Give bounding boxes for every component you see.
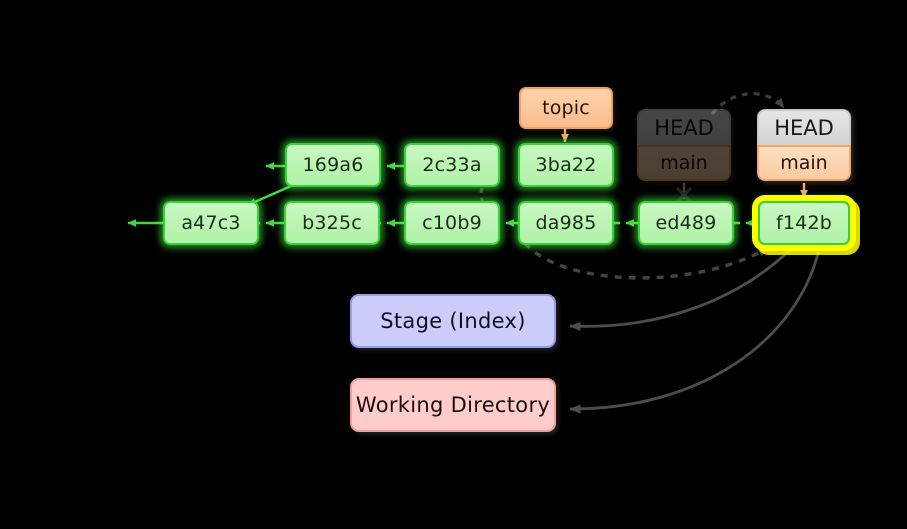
commit-label: 169a6 bbox=[302, 154, 364, 176]
commit-node-b325c[interactable]: b325c bbox=[284, 201, 380, 245]
commit-label: 2c33a bbox=[422, 154, 482, 176]
commit-node-a47c3[interactable]: a47c3 bbox=[163, 201, 259, 245]
commit-label: c10b9 bbox=[422, 212, 482, 234]
commit-node-da985[interactable]: da985 bbox=[518, 201, 614, 245]
commit-node-169a6[interactable]: 169a6 bbox=[285, 143, 381, 187]
commit-label: f142b bbox=[775, 212, 832, 234]
head-box-current[interactable]: HEAD main bbox=[757, 109, 851, 181]
branch-label-current-main: main bbox=[757, 145, 851, 181]
commit-label: a47c3 bbox=[181, 212, 241, 234]
head-label-previous: HEAD bbox=[637, 109, 731, 145]
commit-node-3ba22[interactable]: 3ba22 bbox=[518, 143, 614, 187]
stage-index-box[interactable]: Stage (Index) bbox=[350, 294, 556, 348]
head-label-current: HEAD bbox=[757, 109, 851, 145]
commit-label: 3ba22 bbox=[535, 154, 597, 176]
commit-node-ed489[interactable]: ed489 bbox=[638, 201, 734, 245]
f142b-to-stage-arrow bbox=[569, 244, 796, 332]
dashed-history-arc bbox=[523, 241, 769, 280]
diagram-canvas: 169a6 2c33a 3ba22 a47c3 b325c c10b9 da98… bbox=[0, 0, 907, 529]
commit-label: b325c bbox=[302, 212, 362, 234]
commit-node-c10b9[interactable]: c10b9 bbox=[404, 201, 500, 245]
stage-index-label: Stage (Index) bbox=[380, 309, 526, 333]
commit-node-f142b[interactable]: f142b bbox=[758, 201, 850, 245]
commit-node-2c33a[interactable]: 2c33a bbox=[404, 143, 500, 187]
branch-label-topic[interactable]: topic bbox=[519, 87, 613, 129]
commit-label: ed489 bbox=[655, 212, 717, 234]
branch-label-previous-main: main bbox=[637, 145, 731, 181]
branch-label-text: topic bbox=[542, 97, 590, 119]
edges-layer bbox=[127, 92, 822, 414]
head-box-previous: HEAD main bbox=[637, 109, 731, 181]
commit-label: da985 bbox=[535, 212, 597, 234]
working-directory-label: Working Directory bbox=[355, 393, 551, 417]
working-directory-box[interactable]: Working Directory bbox=[350, 378, 556, 432]
